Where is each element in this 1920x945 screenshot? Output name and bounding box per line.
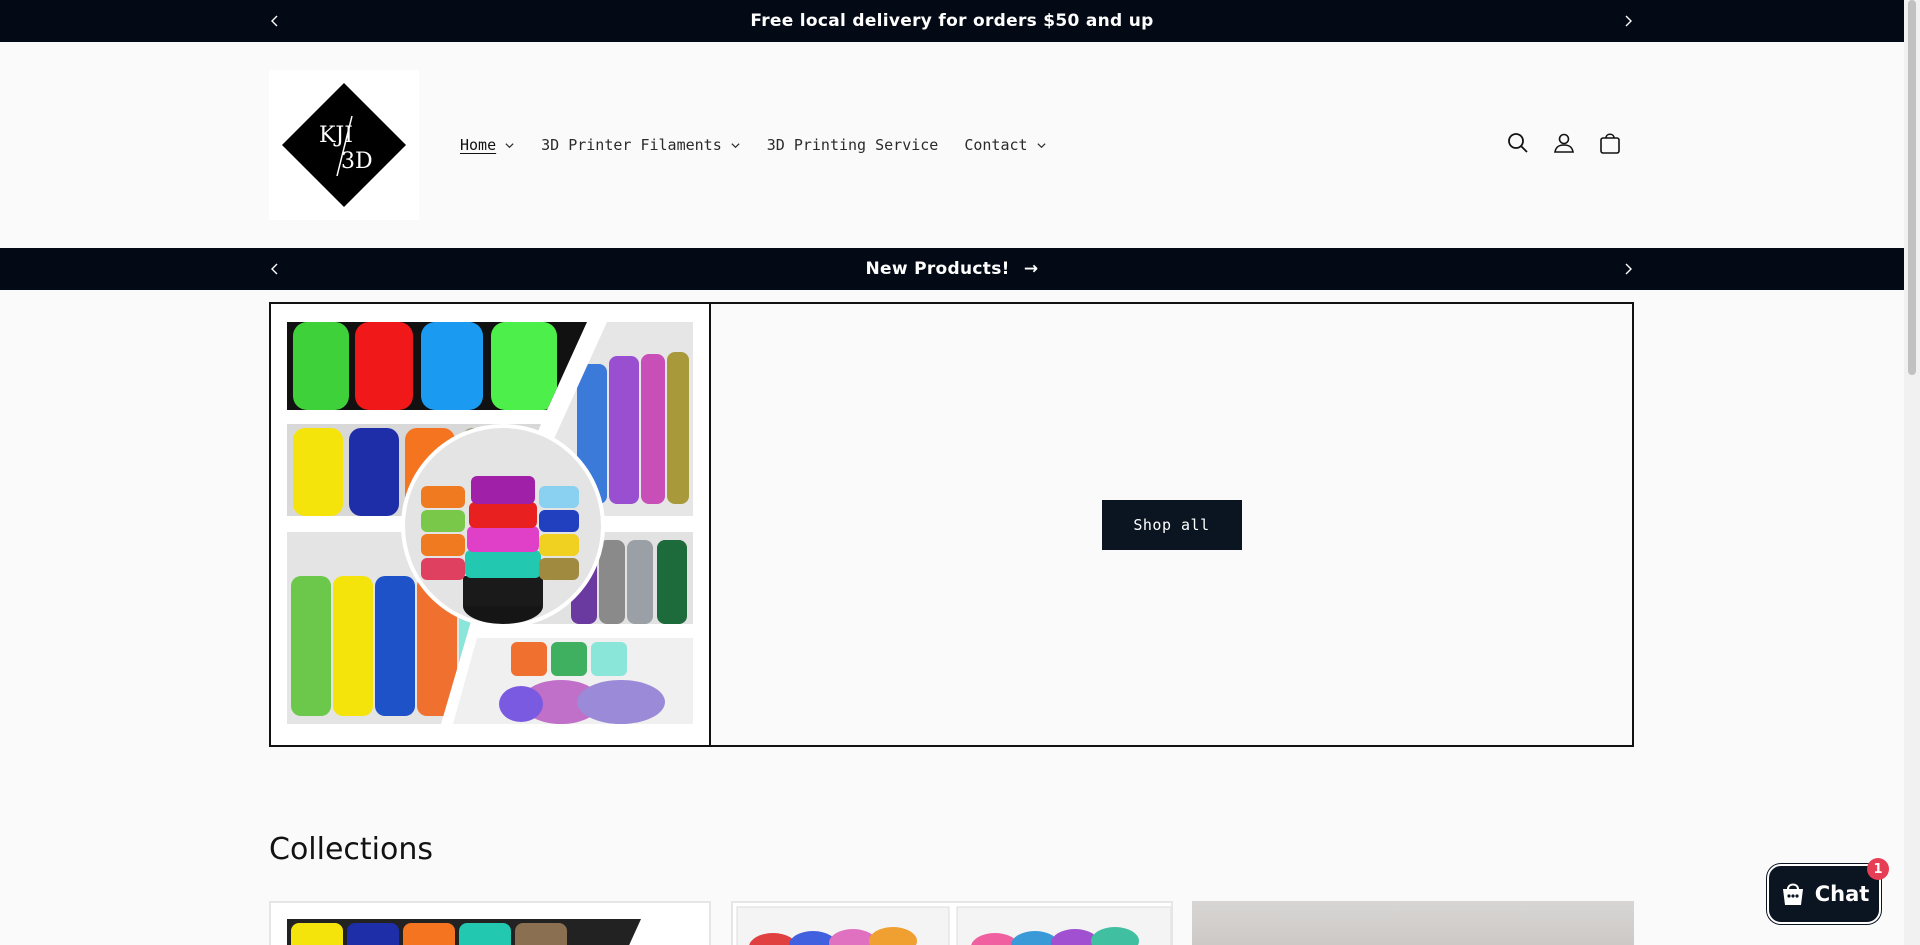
page-scrollbar[interactable]	[1904, 0, 1920, 945]
announcement-prev-button[interactable]	[260, 0, 290, 42]
new-products-link[interactable]: New Products! →	[866, 259, 1039, 279]
cart-icon	[1600, 133, 1620, 154]
site-logo[interactable]: KJI 3D	[269, 70, 419, 220]
announcement-prev-button[interactable]	[260, 248, 290, 290]
collection-image	[733, 903, 1171, 945]
site-header: KJI 3D Home 3D Printer Filaments 3D Prin…	[0, 42, 1904, 248]
search-button[interactable]	[1505, 130, 1531, 156]
collections-heading: Collections	[269, 832, 434, 867]
hero-content: Shop all	[711, 304, 1632, 745]
chevron-down-icon	[1036, 142, 1046, 148]
announcement-text: Free local delivery for orders $50 and u…	[750, 11, 1154, 31]
collection-card[interactable]	[731, 901, 1173, 945]
chat-bag-icon	[1782, 883, 1803, 905]
nav-item-contact[interactable]: Contact	[964, 136, 1046, 154]
chevron-right-icon	[1625, 15, 1632, 27]
svg-text:KJI: KJI	[319, 123, 353, 148]
chevron-left-icon	[271, 263, 278, 275]
collection-image	[287, 919, 697, 945]
announcement-next-button[interactable]	[1613, 0, 1643, 42]
hero-banner: Shop all	[269, 302, 1634, 747]
cart-button[interactable]	[1597, 130, 1623, 156]
hero-filament-collage-image	[271, 304, 711, 745]
collection-card[interactable]	[1192, 901, 1634, 945]
chat-unread-badge: 1	[1867, 858, 1889, 880]
scrollbar-thumb[interactable]	[1908, 0, 1916, 375]
announcement-next-button[interactable]	[1613, 248, 1643, 290]
chat-widget-button[interactable]: Chat 1	[1767, 858, 1889, 924]
chevron-right-icon	[1625, 263, 1632, 275]
chevron-left-icon	[271, 15, 278, 27]
main-nav: Home 3D Printer Filaments 3D Printing Se…	[460, 136, 1073, 154]
new-products-label: New Products!	[865, 259, 1010, 279]
nav-item-label: 3D Printing Service	[766, 136, 939, 154]
nav-item-3d-printer-filaments[interactable]: 3D Printer Filaments	[541, 136, 741, 154]
search-icon	[1508, 133, 1528, 153]
account-button[interactable]	[1551, 130, 1577, 156]
collection-card[interactable]	[269, 901, 711, 945]
chevron-down-icon	[731, 142, 740, 148]
shop-all-button[interactable]: Shop all	[1101, 499, 1242, 550]
chevron-down-icon	[505, 142, 514, 148]
nav-item-home[interactable]: Home	[460, 136, 515, 154]
chat-label: Chat	[1814, 882, 1870, 906]
nav-item-label: 3D Printer Filaments	[541, 136, 722, 154]
account-icon	[1554, 133, 1574, 153]
nav-item-label: Home	[460, 136, 497, 154]
svg-text:3D: 3D	[341, 149, 373, 174]
arrow-right-icon: →	[1023, 259, 1039, 279]
announcement-bar-top: Free local delivery for orders $50 and u…	[0, 0, 1904, 42]
announcement-bar-new-products: New Products! →	[0, 248, 1904, 290]
nav-item-3d-printing-service[interactable]: 3D Printing Service	[767, 136, 939, 154]
kji-3d-logo: KJI 3D	[282, 83, 406, 207]
nav-item-label: Contact	[964, 136, 1028, 154]
header-icons	[1505, 130, 1623, 156]
